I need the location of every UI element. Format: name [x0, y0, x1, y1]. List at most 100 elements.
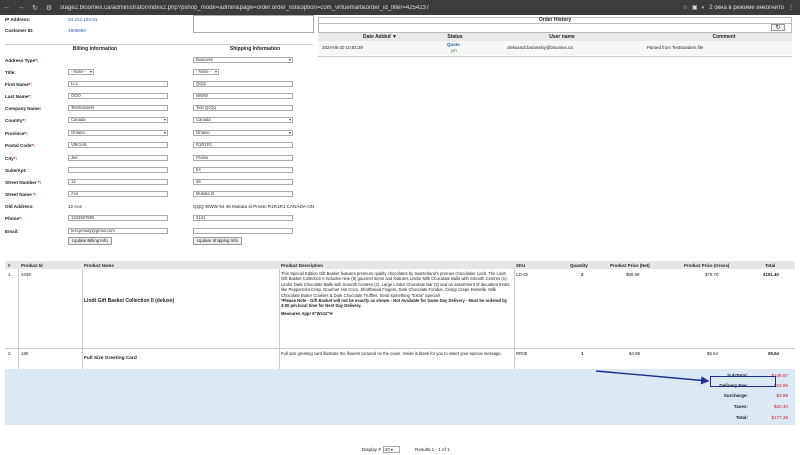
billing-field[interactable]: LLL: [68, 81, 168, 87]
item-sku: LD-02: [516, 272, 528, 277]
shipping-field: QQQ WWW 54 46 Mukata st Prosto R1R1R1 CA…: [193, 204, 315, 209]
billing-field[interactable]: Ace: [68, 191, 168, 197]
divider: [279, 269, 280, 369]
history-col-date[interactable]: Date Added ▼: [318, 33, 442, 41]
item-gross: $75.70: [705, 272, 719, 277]
item-sku: RR05: [516, 351, 528, 356]
select-value: Business: [196, 57, 213, 62]
field-label-colon: :: [39, 180, 42, 185]
item-num: 2.: [8, 351, 12, 356]
billing-field[interactable]: TestSanders: [68, 105, 168, 111]
billing-field[interactable]: test.petudy@gmail.com: [68, 228, 168, 234]
field-label: Country*:: [5, 118, 26, 123]
order-history-title: Order History: [318, 17, 792, 24]
shipping-field[interactable]: Mukata st: [193, 191, 293, 197]
items-col-total: Total: [765, 263, 776, 268]
address-bar[interactable]: stage2.bloomex.ca/administrator/index2.p…: [60, 5, 683, 11]
menu-icon[interactable]: ⋮: [788, 4, 794, 11]
billing-field[interactable]: Canada ▾: [68, 117, 168, 123]
billing-field[interactable]: [68, 167, 168, 173]
total-label: Total:: [735, 415, 748, 420]
shipping-field[interactable]: 46: [193, 179, 293, 185]
field-label-colon: :: [34, 192, 37, 197]
history-toolbar: ↻: [318, 24, 792, 33]
field-label: Address Type*:: [5, 58, 38, 63]
shipping-field[interactable]: WWW: [193, 93, 293, 99]
field-label-text: Province: [5, 131, 25, 136]
billing-field[interactable]: 12: [68, 179, 168, 185]
shipping-field[interactable]: - None - ▾: [193, 69, 219, 75]
shipping-field[interactable]: 54: [193, 167, 293, 173]
refresh-icon[interactable]: ↻: [771, 24, 785, 31]
items-col-gross: Product Price (Gross): [684, 263, 730, 268]
shipping-field[interactable]: Canada ▾: [193, 117, 293, 123]
incognito-label: 2 окна в режиме инкогнито: [709, 4, 784, 11]
item-qty: 1: [581, 351, 584, 356]
chevron-down-icon: ▾: [163, 130, 166, 135]
order-edit-page: IP Address: 34.212.194.81 Customer ID: 1…: [0, 15, 800, 453]
reload-icon[interactable]: ↻: [28, 4, 42, 12]
display-select-value: 20: [385, 447, 390, 452]
shipping-field[interactable]: Test QcQq: [193, 105, 293, 111]
billing-field[interactable]: - None - ▾: [68, 69, 94, 75]
shipping-field[interactable]: Ontario ▾: [193, 130, 293, 136]
billing-field[interactable]: 1234567890: [68, 215, 168, 221]
results-count: Results 1 - 1 of 1: [415, 447, 450, 452]
shipping-field[interactable]: Business ▾: [193, 57, 293, 63]
extensions-icon[interactable]: ▣: [692, 4, 698, 11]
field-label-text: Street Number: [5, 180, 38, 185]
shipping-field[interactable]: [193, 228, 293, 234]
field-label-colon: :: [30, 82, 33, 87]
billing-field[interactable]: Jee: [68, 155, 168, 161]
items-col-name: Product Name: [84, 263, 114, 268]
history-col-status: Status: [442, 33, 468, 41]
site-info-icon[interactable]: ⚙: [42, 4, 56, 12]
update-billing-button[interactable]: Update Billing Info: [68, 237, 112, 245]
divider: [18, 269, 19, 369]
select-value: Ontario: [196, 130, 210, 135]
shipping-field[interactable]: R1R1R1: [193, 142, 293, 148]
bookmark-star-icon[interactable]: ☆: [683, 4, 688, 11]
surcharge-highlight-box: [710, 376, 776, 387]
field-label: Province*:: [5, 131, 28, 136]
billing-field[interactable]: Ontario ▾: [68, 130, 168, 136]
notes-textarea[interactable]: [193, 15, 314, 33]
back-icon[interactable]: ←: [0, 4, 14, 11]
forward-icon[interactable]: →: [14, 4, 28, 11]
field-label-text: Email:: [5, 229, 19, 234]
select-value: - None -: [71, 69, 87, 74]
annotation-arrow-icon: [595, 370, 710, 385]
billing-field[interactable]: OOO: [68, 93, 168, 99]
col-label: Status: [447, 34, 463, 40]
shipping-field[interactable]: Prosto: [193, 155, 293, 161]
item-num: 1.: [8, 272, 12, 277]
item-gross: $5.64: [707, 351, 718, 356]
item-note: *Please Note - Gift Basket will not be e…: [281, 298, 508, 309]
col-label: Comment: [712, 34, 736, 40]
field-label: Company Name:: [5, 106, 41, 111]
update-shipping-button[interactable]: Update Shipping Info: [193, 237, 243, 245]
field-label-text: Street Name: [5, 192, 34, 197]
field-label: Email:: [5, 229, 19, 234]
divider: [5, 44, 313, 45]
field-label-text: Address Type: [5, 58, 36, 63]
col-label: User name: [549, 34, 575, 40]
billing-field[interactable]: V5K1A6: [68, 142, 168, 148]
item-net: $66.99: [626, 272, 640, 277]
shipping-field[interactable]: 2131: [193, 215, 293, 221]
item-description: This Special Edition Gift Basket feature…: [281, 271, 512, 316]
shipping-field[interactable]: QQQ: [193, 81, 293, 87]
field-label-text: Phone: [5, 216, 20, 221]
display-label: Display #: [362, 447, 381, 452]
total-value: $20.40: [773, 404, 788, 409]
chevron-down-icon: ▾: [288, 117, 291, 122]
display-select[interactable]: 20 ▾: [383, 446, 400, 453]
chevron-down-icon: ▾: [163, 117, 166, 122]
order-history-title-text: Order History: [538, 17, 572, 23]
item-qty: 2: [581, 272, 584, 277]
billing-field: 12 Ace: [68, 204, 83, 209]
browser-toolbar: ← → ↻ ⚙ stage2.bloomex.ca/administrator/…: [0, 0, 800, 15]
customer-id-value: 1905960: [68, 28, 86, 33]
item-name: Full Size Greeting Card: [84, 356, 137, 361]
field-label: Last Name*:: [5, 94, 32, 99]
